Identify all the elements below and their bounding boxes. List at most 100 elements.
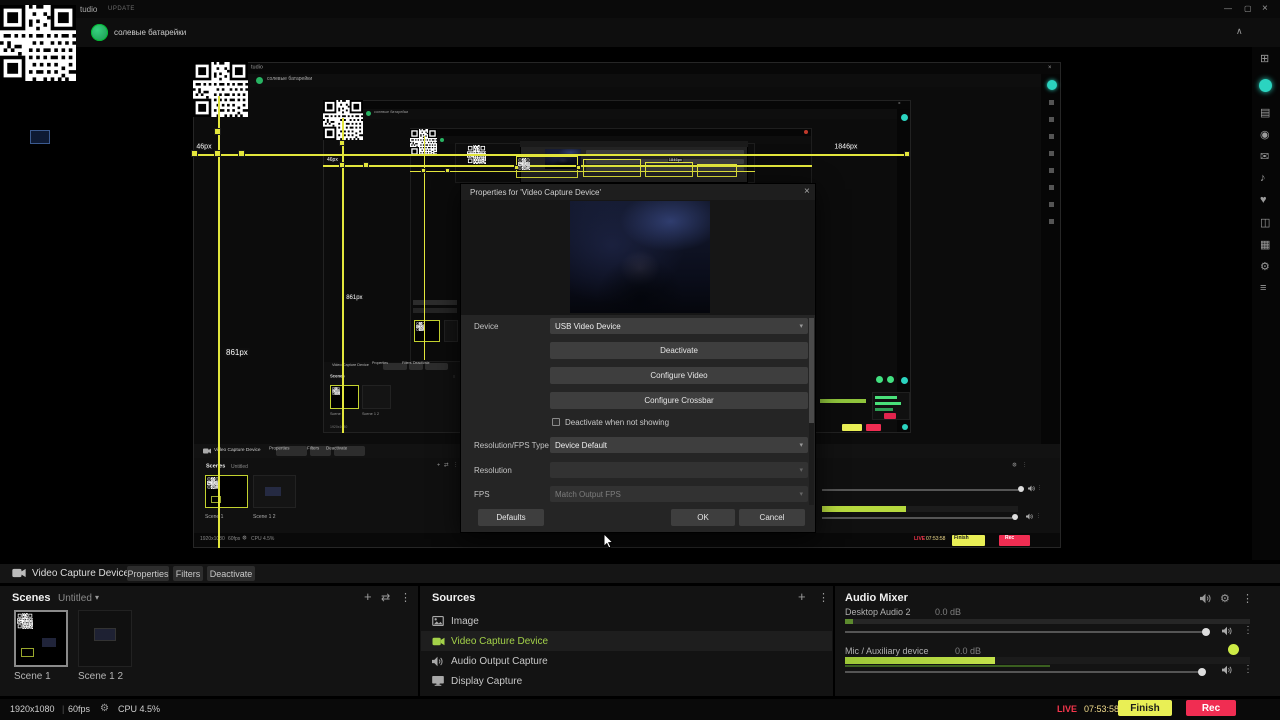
- l2-scene-thumb-2: [362, 385, 391, 409]
- l1-mixer-slider1: [822, 489, 1018, 491]
- transform-handle[interactable]: [191, 150, 198, 157]
- transform-vline[interactable]: [218, 96, 220, 548]
- qr-capture-l5: [518, 158, 530, 170]
- mixer-settings-icon[interactable]: ⚙: [1220, 592, 1230, 605]
- scenes-menu-icon[interactable]: ⋮: [400, 591, 411, 604]
- mixer-channel1-knob[interactable]: [1202, 628, 1210, 636]
- transform-handle[interactable]: [214, 128, 221, 135]
- resolution-dropdown[interactable]: ▾: [550, 462, 808, 478]
- status-fps[interactable]: 60fps: [68, 704, 90, 714]
- scenes-collection[interactable]: Untitled: [58, 593, 92, 604]
- sidebar-grid2-icon[interactable]: ▦: [1260, 238, 1270, 251]
- close-icon[interactable]: ×: [1262, 3, 1268, 14]
- source-label: Audio Output Capture: [451, 656, 548, 667]
- mixer-channel1-menu-icon[interactable]: ⋮: [1243, 625, 1253, 636]
- configure-crossbar-button[interactable]: Configure Crossbar: [550, 392, 808, 409]
- fps-dropdown[interactable]: Match Output FPS ▾: [550, 486, 808, 502]
- transform-handle[interactable]: [238, 150, 245, 157]
- minimize-icon[interactable]: —: [1224, 4, 1232, 13]
- mixer-speaker-icon[interactable]: [1200, 593, 1211, 604]
- l1-mixer-menu2-icon: ⋮: [1037, 485, 1042, 491]
- ok-button[interactable]: OK: [671, 509, 735, 526]
- live-time: 07:53:58: [1084, 704, 1120, 714]
- sidebar-mail-icon[interactable]: ✉: [1260, 150, 1269, 163]
- image-icon: [432, 616, 444, 626]
- right-sidebar: [1252, 47, 1280, 560]
- sidebar-menu-icon[interactable]: ≡: [1260, 282, 1266, 294]
- recursive-bbox: [697, 164, 737, 177]
- transform-handle[interactable]: [214, 150, 221, 157]
- rec-button[interactable]: Rec: [1186, 700, 1236, 716]
- dialog-scrollbar-thumb[interactable]: [809, 318, 814, 423]
- mixer-channel2-slider[interactable]: [845, 671, 1202, 673]
- source-row-display-capture[interactable]: Display Capture: [421, 671, 832, 691]
- status-resolution[interactable]: 1920x1080: [10, 704, 55, 714]
- l2-scene2-label: Scene 1 2: [362, 412, 380, 417]
- sidebar-heart-icon[interactable]: ♥: [1260, 194, 1267, 206]
- source-row-audio-output[interactable]: Audio Output Capture: [421, 651, 832, 671]
- chevron-down-icon: ▾: [799, 442, 803, 449]
- account-name[interactable]: солевые батарейки: [114, 28, 186, 37]
- scene-thumb-detail: [21, 648, 34, 657]
- source-label: Video Capture Device: [451, 636, 549, 647]
- deactivate-checkbox[interactable]: [552, 418, 560, 426]
- sidebar-grid-icon[interactable]: ⊞: [1260, 52, 1269, 65]
- chevron-down-icon: ▾: [799, 323, 803, 330]
- deactivate-toolbar-button[interactable]: Deactivate: [207, 566, 255, 581]
- sidebar-gear-icon[interactable]: ⚙: [1260, 260, 1270, 273]
- sidebar-widget-icon[interactable]: ◫: [1260, 216, 1270, 229]
- filters-toolbar-button[interactable]: Filters: [173, 566, 203, 581]
- device-dropdown[interactable]: USB Video Device ▾: [550, 318, 808, 334]
- app-window: tudio UPDATE — ▢ × солевые батарейки ∧ ⊞…: [0, 0, 1280, 720]
- deactivate-checkbox-label[interactable]: Deactivate when not showing: [565, 418, 669, 427]
- sources-menu-icon[interactable]: ⋮: [818, 591, 829, 604]
- configure-video-button[interactable]: Configure Video: [550, 367, 808, 384]
- l1-sidebar-icon: [1049, 202, 1054, 207]
- deactivate-button[interactable]: Deactivate: [550, 342, 808, 359]
- defaults-button[interactable]: Defaults: [478, 509, 544, 526]
- scenes-collection-caret-icon[interactable]: ▾: [95, 593, 99, 602]
- sidebar-layers-icon[interactable]: ▤: [1260, 106, 1270, 119]
- mixer-menu-icon[interactable]: ⋮: [1242, 592, 1253, 605]
- dialog-close-icon[interactable]: ×: [804, 186, 810, 197]
- sidebar-music-icon[interactable]: ♪: [1260, 172, 1266, 184]
- mixer-channel1-mute-icon[interactable]: [1222, 626, 1232, 636]
- l2-rec-chip2: [866, 424, 881, 431]
- mixer-channel1-slider[interactable]: [845, 631, 1205, 633]
- maximize-icon[interactable]: ▢: [1244, 4, 1252, 13]
- finish-button[interactable]: Finish: [1118, 700, 1172, 716]
- webcam-preview: [570, 201, 710, 313]
- source-row-video-capture[interactable]: Video Capture Device: [421, 631, 832, 651]
- l2-finish-chip: [842, 424, 862, 431]
- scene2-label[interactable]: Scene 1 2: [78, 671, 123, 682]
- avatar[interactable]: [91, 24, 108, 41]
- cancel-button[interactable]: Cancel: [739, 509, 805, 526]
- sidebar-record-icon[interactable]: ◉: [1260, 128, 1270, 141]
- l1-header-bar: [194, 74, 1060, 87]
- mixer-channel2-mute-icon[interactable]: [1222, 665, 1232, 675]
- mixer-channel2-toggle[interactable]: [1228, 644, 1239, 655]
- toolbar-source-name: Video Capture Device: [32, 568, 130, 579]
- mixer-channel2-knob[interactable]: [1198, 668, 1206, 676]
- l1-mixer-icons: ⚙: [1012, 462, 1017, 469]
- l2-scenes-icons: ⋮: [452, 374, 457, 379]
- device-value: USB Video Device: [555, 321, 621, 331]
- source-row-image[interactable]: Image: [421, 611, 832, 631]
- add-source-icon[interactable]: +: [798, 589, 806, 604]
- resolution-fps-type-dropdown[interactable]: Device Default ▾: [550, 437, 808, 453]
- sidebar-avatar-badge[interactable]: [1259, 79, 1272, 92]
- mini-dialog-titlebar: [520, 141, 748, 147]
- l1-scenes-menu-icon: ⋮: [453, 462, 459, 469]
- status-gear-icon[interactable]: ⚙: [100, 703, 109, 714]
- scene-transition-icon[interactable]: ⇄: [381, 591, 390, 604]
- add-scene-icon[interactable]: +: [364, 589, 372, 604]
- properties-toolbar-button[interactable]: Properties: [127, 566, 169, 581]
- l1-status-fps: 60fps: [228, 536, 241, 542]
- scene1-label[interactable]: Scene 1: [14, 671, 51, 682]
- mixer-channel2-menu-icon[interactable]: ⋮: [1243, 664, 1253, 675]
- transform-handle[interactable]: [904, 151, 910, 157]
- l1-deactivate-button: Deactivate: [326, 446, 365, 456]
- l1-app-title: tudio: [251, 64, 263, 71]
- l1-sidebar-avatar-badge: [1047, 80, 1057, 90]
- chevron-up-icon[interactable]: ∧: [1236, 26, 1243, 37]
